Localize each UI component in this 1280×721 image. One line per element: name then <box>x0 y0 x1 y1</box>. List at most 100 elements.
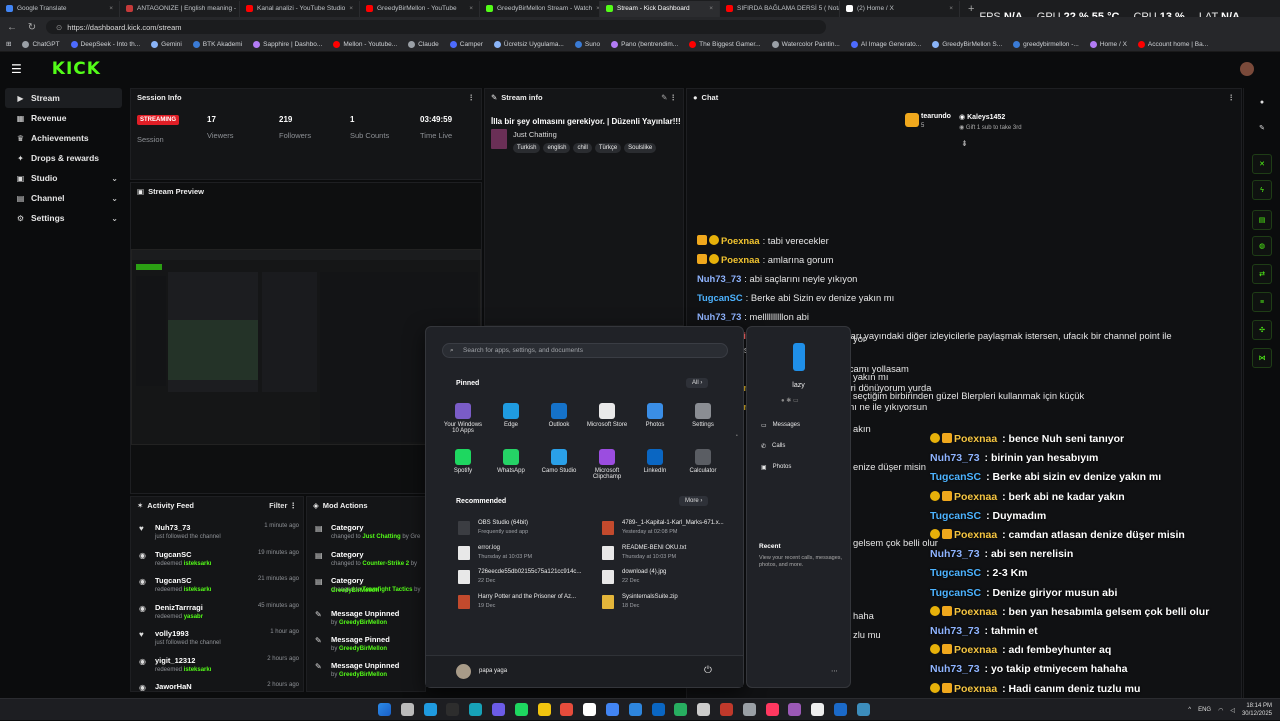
wrench-icon[interactable]: ✣ <box>1252 320 1272 340</box>
taskbar-app-icon[interactable] <box>400 703 414 716</box>
activity-user[interactable]: yigit_12312 <box>155 656 195 665</box>
chat-bubble-icon[interactable]: ◍ <box>1252 236 1272 256</box>
chat-username[interactable]: Nuh73_73 <box>697 311 741 322</box>
clock[interactable]: 18:14 PM 30/12/2025 <box>1242 702 1272 718</box>
close-icon[interactable]: × <box>109 5 113 12</box>
taskbar-app-icon[interactable] <box>560 703 574 716</box>
taskbar-app-icon[interactable] <box>697 703 711 716</box>
pinned-app[interactable]: WhatsApp <box>488 449 534 474</box>
taskbar-app-icon[interactable] <box>469 703 483 716</box>
phone-item-calls[interactable]: ✆ Calls <box>761 443 785 450</box>
bookmark-item[interactable]: GreedyBirMellon S... <box>932 40 1002 48</box>
sidebar-item-achievements[interactable]: ♛ Achievements <box>5 128 122 148</box>
sidebar-item-stream[interactable]: ▶ Stream <box>5 88 122 108</box>
bookmark-item[interactable]: Sapphire | Dashbo... <box>253 40 322 48</box>
recommended-item[interactable]: 726eecde55db02155c75a121cc914c... 22 Dec <box>458 569 598 589</box>
browser-tab[interactable]: Kanal analizi - YouTube Studio × <box>240 0 360 17</box>
taskbar-app-icon[interactable] <box>537 703 551 716</box>
bookmark-item[interactable]: Gemini <box>151 40 182 48</box>
sidebar-item-channel[interactable]: ▤ Channel ⌄ <box>5 188 122 208</box>
sidebar-item-revenue[interactable]: ▦ Revenue <box>5 108 122 128</box>
bookmark-item[interactable]: Mellon - Youtube... <box>333 40 397 48</box>
taskbar-app-icon[interactable] <box>423 703 437 716</box>
tag-chip[interactable]: Soulslike <box>624 143 657 153</box>
more-icon[interactable]: ⋯ <box>831 667 838 675</box>
pinned-app[interactable]: Camo Studio <box>536 449 582 474</box>
close-icon[interactable]: × <box>469 5 473 12</box>
browser-tab[interactable]: Stream - Kick Dashboard × <box>600 0 720 17</box>
edit-icon[interactable]: ✎ ⋮ <box>661 93 677 102</box>
browser-tab[interactable]: GreedyBirMellon Stream - Watch × <box>480 0 600 17</box>
browser-tab[interactable]: ANTAGONIZE | English meaning -× <box>120 0 240 17</box>
taskbar-app-icon[interactable] <box>628 703 642 716</box>
taskbar-app-icon[interactable] <box>834 703 847 716</box>
pinned-app[interactable]: Microsoft Clipchamp <box>584 449 630 480</box>
list-icon[interactable]: ≡ <box>1252 292 1272 312</box>
bookmark-item[interactable]: Account home | Ba... <box>1137 40 1208 48</box>
taskbar-app-icon[interactable] <box>583 703 597 716</box>
taskbar-app-icon[interactable] <box>720 703 733 716</box>
activity-row[interactable]: ♥ volly1993 just followed the channel 1 hou… <box>139 629 299 655</box>
user-name[interactable]: papa yaga <box>479 668 507 674</box>
phone-item-photos[interactable]: ▣ Photos <box>761 464 791 471</box>
language-indicator[interactable]: ENG <box>1198 707 1211 713</box>
bookmark-item[interactable]: Pano (bentrendim... <box>611 40 678 48</box>
filter-button[interactable]: Filter ⋮ <box>269 501 297 510</box>
more-icon[interactable]: ⋮ <box>468 93 476 102</box>
volume-icon[interactable]: ◁ <box>1230 707 1235 714</box>
bookmark-item[interactable]: Claude <box>408 40 439 48</box>
activity-user[interactable]: TugcanSC <box>155 576 192 585</box>
more-icon[interactable]: ⋮ <box>1228 93 1236 102</box>
bookmark-item[interactable]: Suno <box>574 40 600 48</box>
pinned-app[interactable]: Calculator <box>680 449 726 474</box>
apps-icon[interactable]: ⊞ <box>6 40 11 48</box>
taskbar-app-icon[interactable] <box>742 703 756 716</box>
bookmark-item[interactable]: AI Image Generato... <box>850 40 921 48</box>
kick-logo[interactable]: KICK <box>52 59 101 79</box>
bookmark-item[interactable]: greedybirmellon -... <box>1013 40 1079 48</box>
browser-tab[interactable]: SIFIRDA BAĞLAMA DERSİ 5 ( Nota× <box>720 0 840 17</box>
taskbar-app-icon[interactable] <box>606 703 619 716</box>
phone-item-messages[interactable]: ▭ Messages <box>761 422 800 429</box>
category-name[interactable]: Just Chatting <box>513 130 557 139</box>
url-input[interactable]: ⊙ https://dashboard.kick.com/stream <box>46 20 826 34</box>
tag-chip[interactable]: chill <box>573 143 592 153</box>
reload-icon[interactable]: ↻ <box>26 22 38 33</box>
swap-icon[interactable]: ⇄ <box>1252 264 1272 284</box>
share-icon[interactable]: ⋈ <box>1252 348 1272 368</box>
all-apps-button[interactable]: All › <box>686 378 709 388</box>
pen-icon[interactable]: ✎ <box>1252 118 1272 138</box>
taskbar-app-icon[interactable] <box>492 703 505 716</box>
bookmark-item[interactable]: Ücretsiz Uygulama... <box>493 40 564 48</box>
activity-user[interactable]: TugcanSC <box>155 550 192 559</box>
activity-user[interactable]: Nuh73_73 <box>155 523 190 532</box>
pinned-app[interactable]: Photos <box>632 403 678 428</box>
activity-row[interactable]: ◉ TugcanSC redeemed isteksarkı 21 minutes a… <box>139 576 299 602</box>
bookmark-item[interactable]: BTK Akademi <box>192 40 242 48</box>
pinned-app[interactable]: Edge <box>488 403 534 428</box>
browser-tab[interactable]: GreedyBirMellon - YouTube × <box>360 0 480 17</box>
activity-user[interactable]: volly1993 <box>155 629 189 638</box>
activity-row[interactable]: ◉ yigit_12312 redeemed isteksarkı 2 hours a… <box>139 656 299 682</box>
activity-user[interactable]: DenizTarrragi <box>155 603 203 612</box>
chat-username[interactable]: Poexnaa <box>721 235 760 246</box>
wifi-icon[interactable]: ◠ <box>1218 707 1223 714</box>
bolt-icon[interactable]: ϟ <box>1252 180 1272 200</box>
close-icon[interactable]: ✕ <box>1252 154 1272 174</box>
browser-tab[interactable]: Google Translate × <box>0 0 120 17</box>
document-icon[interactable]: ▤ <box>1252 210 1272 230</box>
activity-row[interactable]: ♥ Nuh73_73 just followed the channel 1 minu… <box>139 523 299 549</box>
recommended-item[interactable]: README-BENI OKU.txt Thursday at 10:03 PM <box>602 545 742 565</box>
bookmark-item[interactable]: Home / X <box>1089 40 1127 48</box>
sidebar-item-settings[interactable]: ⚙ Settings ⌄ <box>5 208 122 228</box>
recommended-item[interactable]: OBS Studio (64bit) Frequently used app <box>458 520 598 540</box>
close-icon[interactable]: × <box>949 5 953 12</box>
taskbar-app-icon[interactable] <box>674 703 688 716</box>
chat-username[interactable]: Nuh73_73 <box>697 273 741 284</box>
pinned-app[interactable]: Spotify <box>440 449 486 474</box>
sidebar-item-drops-rewards[interactable]: ✦ Drops & rewards <box>5 148 122 168</box>
taskbar-app-icon[interactable] <box>765 703 779 716</box>
taskbar-app-icon[interactable] <box>446 703 460 716</box>
taskbar-app-icon[interactable] <box>811 703 825 716</box>
taskbar-app-icon[interactable] <box>651 703 665 716</box>
